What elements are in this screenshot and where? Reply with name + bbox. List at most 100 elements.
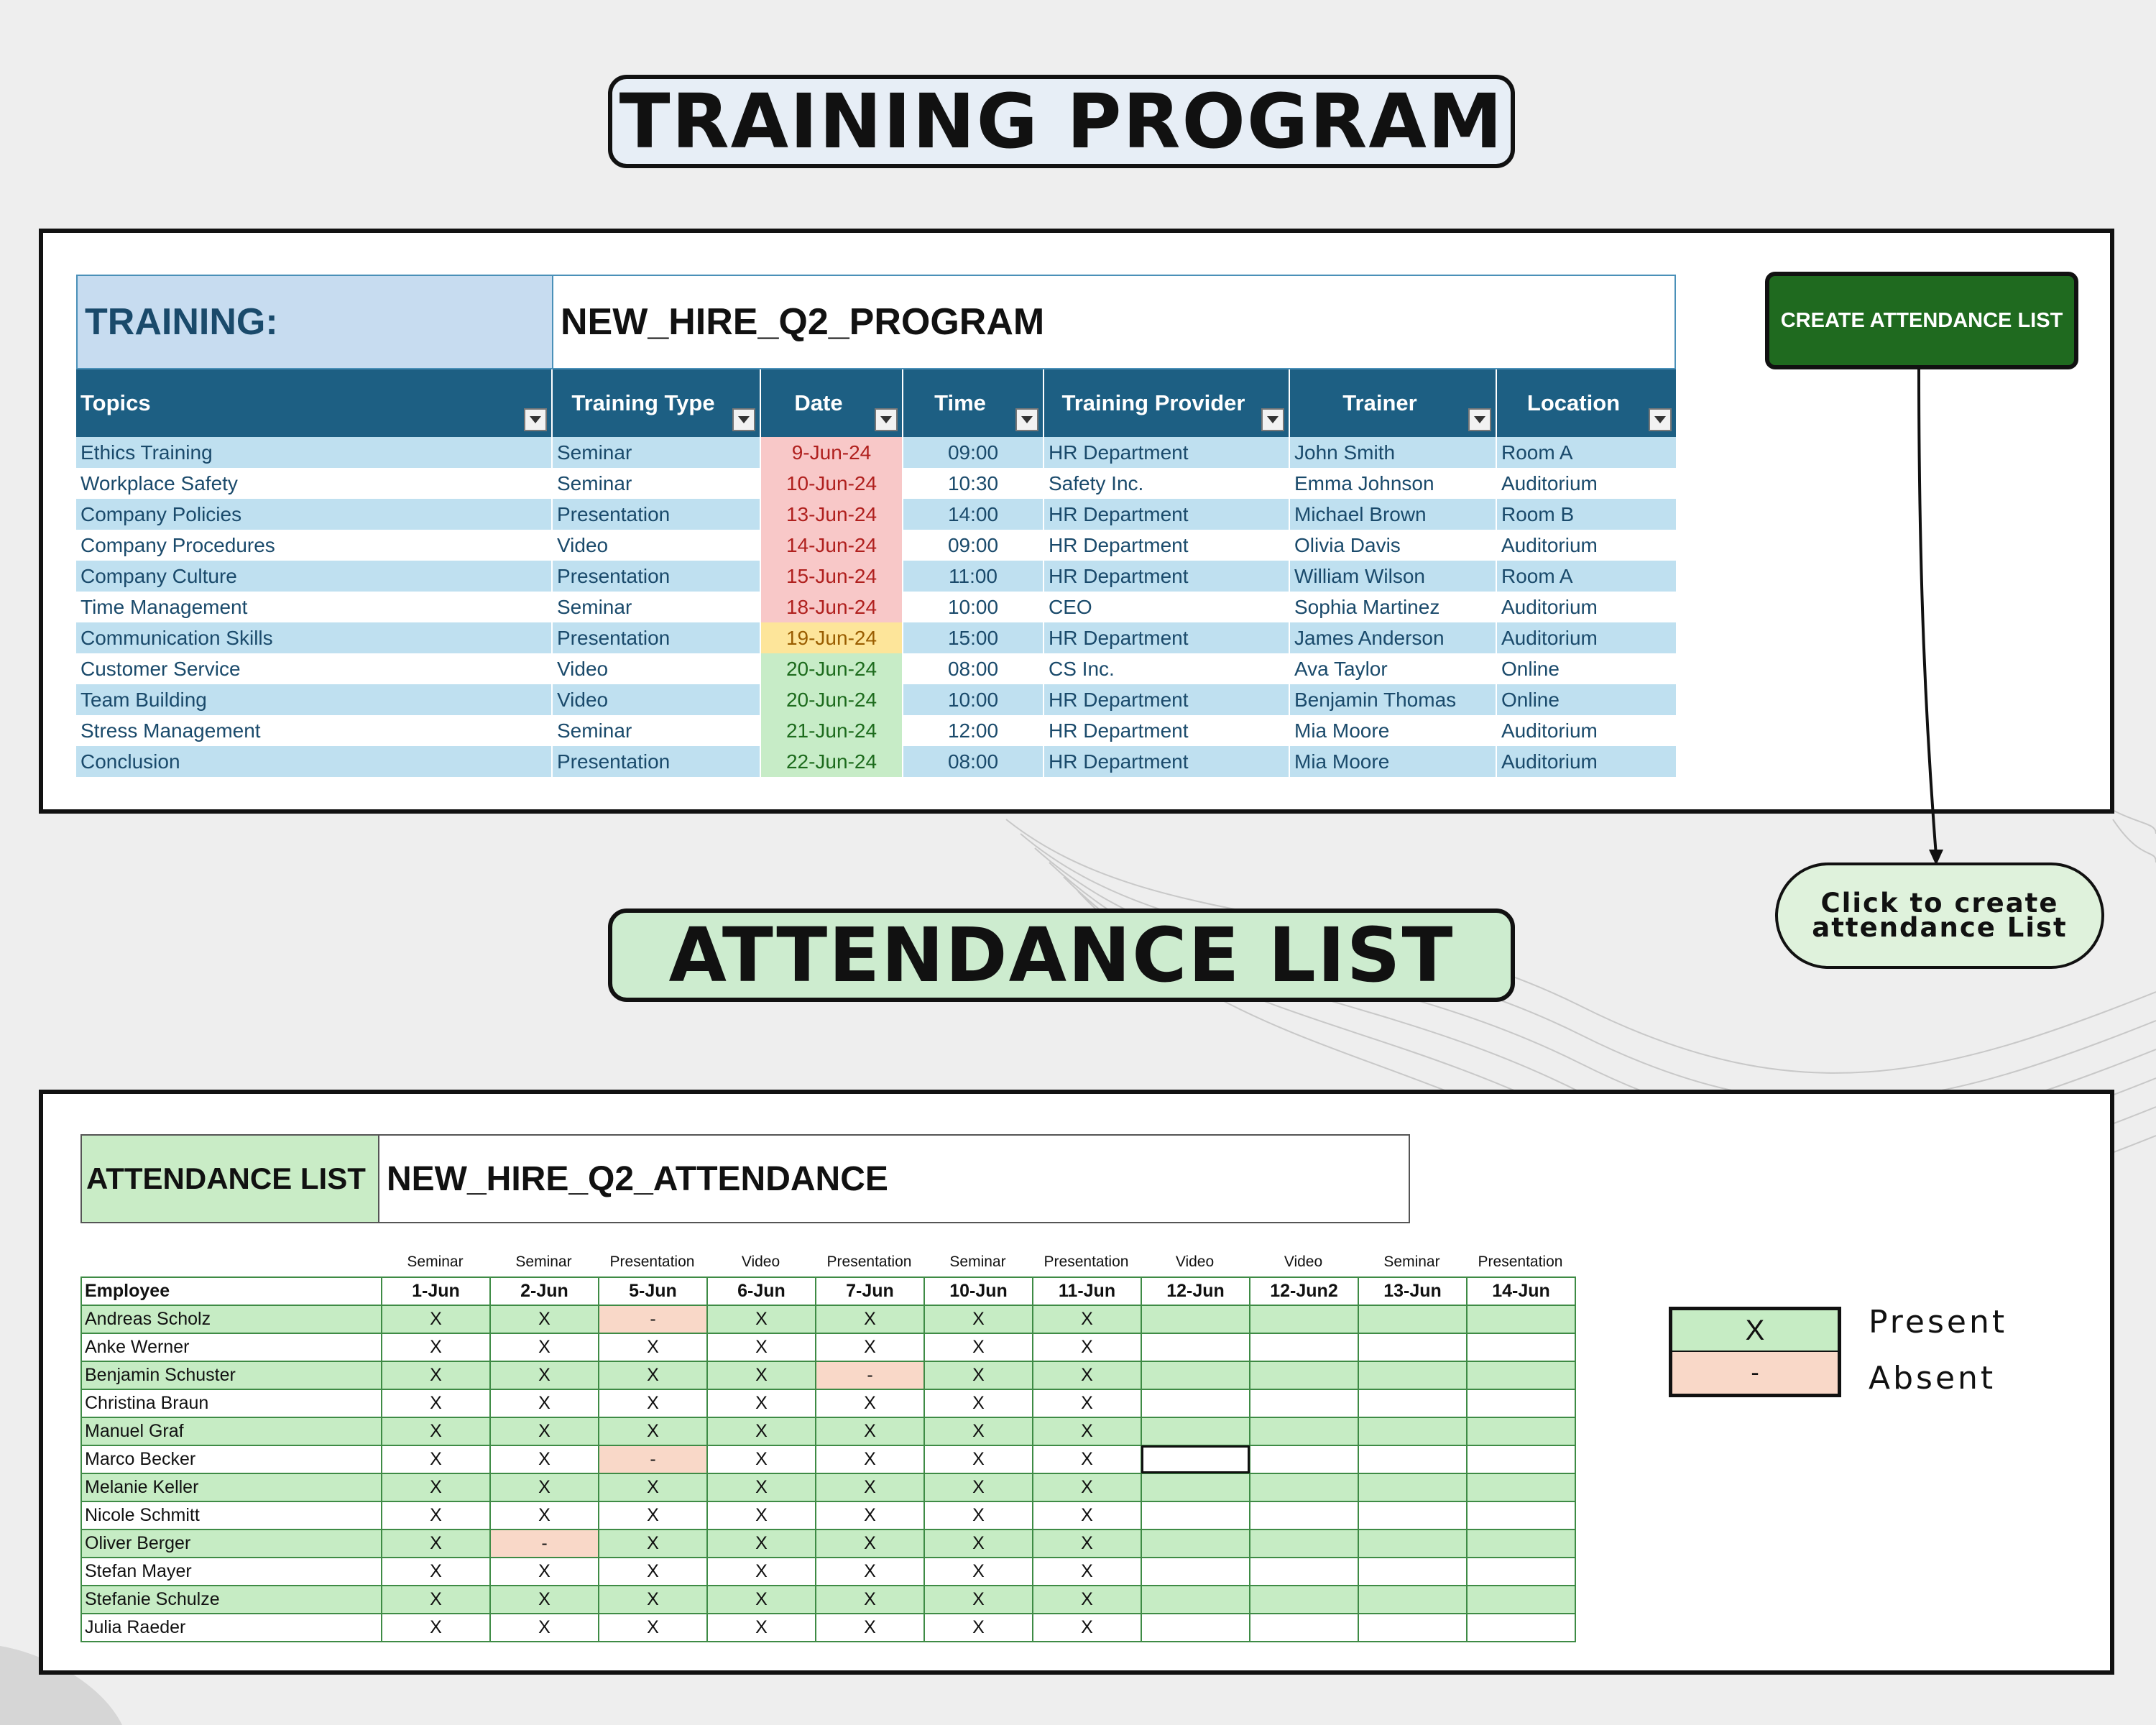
cell-location[interactable]: Auditorium <box>1496 715 1676 746</box>
cell-time[interactable]: 08:00 <box>903 653 1044 684</box>
column-header-session-date[interactable]: 12-Jun2 <box>1249 1276 1359 1306</box>
training-row[interactable]: Time Management Seminar 18-Jun-24 10:00 CEO S… <box>76 592 1676 622</box>
attendance-cell[interactable]: X <box>706 1557 816 1586</box>
attendance-cell[interactable]: X <box>489 1501 599 1530</box>
attendance-cell[interactable]: X <box>1032 1361 1142 1390</box>
attendance-cell[interactable]: X <box>598 1557 708 1586</box>
attendance-cell[interactable] <box>1358 1305 1468 1334</box>
cell-topic[interactable]: Customer Service <box>76 653 553 684</box>
cell-location[interactable]: Online <box>1496 653 1676 684</box>
column-header-session-date[interactable]: 11-Jun <box>1032 1276 1142 1306</box>
attendance-cell[interactable]: X <box>381 1585 491 1614</box>
attendance-cell[interactable]: X <box>923 1473 1033 1502</box>
cell-type[interactable]: Presentation <box>552 499 761 530</box>
employee-name[interactable]: Stefan Mayer <box>80 1557 382 1586</box>
attendance-cell[interactable]: X <box>489 1585 599 1614</box>
attendance-cell[interactable]: X <box>381 1333 491 1362</box>
employee-name[interactable]: Julia Raeder <box>80 1613 382 1642</box>
attendance-row[interactable]: Christina Braun X X X X X X X <box>80 1389 1576 1418</box>
attendance-cell[interactable]: X <box>381 1389 491 1418</box>
cell-date[interactable]: 15-Jun-24 <box>760 561 903 592</box>
attendance-cell[interactable]: X <box>706 1473 816 1502</box>
column-header-session-date[interactable]: 2-Jun <box>489 1276 599 1306</box>
attendance-cell[interactable]: X <box>598 1389 708 1418</box>
cell-type[interactable]: Presentation <box>552 561 761 592</box>
employee-name[interactable]: Benjamin Schuster <box>80 1361 382 1390</box>
cell-type[interactable]: Presentation <box>552 746 761 777</box>
attendance-cell[interactable]: X <box>923 1361 1033 1390</box>
attendance-row[interactable]: Oliver Berger X - X X X X X <box>80 1529 1576 1558</box>
cell-provider[interactable]: HR Department <box>1044 715 1290 746</box>
attendance-cell[interactable] <box>1249 1501 1359 1530</box>
cell-provider[interactable]: CS Inc. <box>1044 653 1290 684</box>
attendance-cell[interactable]: X <box>381 1361 491 1390</box>
cell-trainer[interactable]: Mia Moore <box>1289 746 1497 777</box>
attendance-cell[interactable]: X <box>923 1417 1033 1446</box>
attendance-cell[interactable] <box>1358 1501 1468 1530</box>
cell-type[interactable]: Seminar <box>552 715 761 746</box>
attendance-cell[interactable] <box>1358 1613 1468 1642</box>
attendance-cell[interactable] <box>1141 1333 1250 1362</box>
cell-trainer[interactable]: Emma Johnson <box>1289 468 1497 499</box>
attendance-cell[interactable] <box>1466 1305 1576 1334</box>
cell-topic[interactable]: Team Building <box>76 684 553 715</box>
attendance-cell[interactable]: X <box>1032 1305 1142 1334</box>
attendance-cell[interactable]: X <box>923 1501 1033 1530</box>
attendance-cell[interactable] <box>1249 1529 1359 1558</box>
attendance-row[interactable]: Andreas Scholz X X - X X X X <box>80 1305 1576 1334</box>
attendance-cell[interactable]: X <box>815 1473 925 1502</box>
attendance-cell[interactable] <box>1141 1501 1250 1530</box>
attendance-cell[interactable]: X <box>381 1305 491 1334</box>
filter-dropdown-icon[interactable] <box>524 408 547 431</box>
attendance-cell[interactable]: X <box>1032 1501 1142 1530</box>
cell-time[interactable]: 10:30 <box>903 468 1044 499</box>
employee-name[interactable]: Nicole Schmitt <box>80 1501 382 1530</box>
filter-dropdown-icon[interactable] <box>1649 408 1672 431</box>
cell-topic[interactable]: Communication Skills <box>76 622 553 653</box>
attendance-cell[interactable]: X <box>489 1389 599 1418</box>
attendance-cell[interactable] <box>1249 1557 1359 1586</box>
attendance-cell[interactable]: X <box>381 1557 491 1586</box>
training-row[interactable]: Conclusion Presentation 22-Jun-24 08:00 HR D… <box>76 746 1676 777</box>
cell-date[interactable]: 10-Jun-24 <box>760 468 903 499</box>
attendance-cell[interactable] <box>1358 1417 1468 1446</box>
attendance-cell[interactable] <box>1141 1305 1250 1334</box>
attendance-cell[interactable]: X <box>489 1417 599 1446</box>
create-attendance-list-button[interactable]: CREATE ATTENDANCE LIST <box>1765 272 2078 369</box>
training-row[interactable]: Team Building Video 20-Jun-24 10:00 HR Depar… <box>76 684 1676 715</box>
attendance-row[interactable]: Stefanie Schulze X X X X X X X <box>80 1585 1576 1614</box>
column-header-topics[interactable]: Topics <box>76 369 553 437</box>
cell-type[interactable]: Video <box>552 530 761 561</box>
employee-name[interactable]: Marco Becker <box>80 1445 382 1474</box>
attendance-cell[interactable]: X <box>815 1613 925 1642</box>
column-header-training-provider[interactable]: Training Provider <box>1044 369 1290 437</box>
attendance-cell[interactable]: X <box>598 1361 708 1390</box>
employee-name[interactable]: Stefanie Schulze <box>80 1585 382 1614</box>
employee-name[interactable]: Christina Braun <box>80 1389 382 1418</box>
attendance-cell[interactable] <box>1141 1613 1250 1642</box>
attendance-cell[interactable]: X <box>489 1361 599 1390</box>
attendance-cell[interactable]: X <box>1032 1417 1142 1446</box>
cell-location[interactable]: Auditorium <box>1496 622 1676 653</box>
attendance-cell[interactable]: - <box>598 1305 708 1334</box>
cell-trainer[interactable]: John Smith <box>1289 437 1497 468</box>
cell-provider[interactable]: Safety Inc. <box>1044 468 1290 499</box>
attendance-cell[interactable] <box>1141 1473 1250 1502</box>
filter-dropdown-icon[interactable] <box>732 408 755 431</box>
attendance-cell[interactable]: X <box>706 1389 816 1418</box>
cell-topic[interactable]: Company Policies <box>76 499 553 530</box>
cell-location[interactable]: Auditorium <box>1496 592 1676 622</box>
cell-type[interactable]: Video <box>552 653 761 684</box>
filter-dropdown-icon[interactable] <box>1015 408 1038 431</box>
attendance-cell[interactable] <box>1249 1361 1359 1390</box>
attendance-cell[interactable] <box>1249 1585 1359 1614</box>
attendance-cell[interactable]: X <box>815 1389 925 1418</box>
attendance-cell[interactable] <box>1141 1389 1250 1418</box>
column-header-training-type[interactable]: Training Type <box>552 369 761 437</box>
cell-trainer[interactable]: William Wilson <box>1289 561 1497 592</box>
column-header-session-date[interactable]: 7-Jun <box>815 1276 925 1306</box>
cell-location[interactable]: Room B <box>1496 499 1676 530</box>
attendance-row[interactable]: Benjamin Schuster X X X X - X X <box>80 1361 1576 1390</box>
attendance-row[interactable]: Julia Raeder X X X X X X X <box>80 1613 1576 1642</box>
cell-date[interactable]: 18-Jun-24 <box>760 592 903 622</box>
